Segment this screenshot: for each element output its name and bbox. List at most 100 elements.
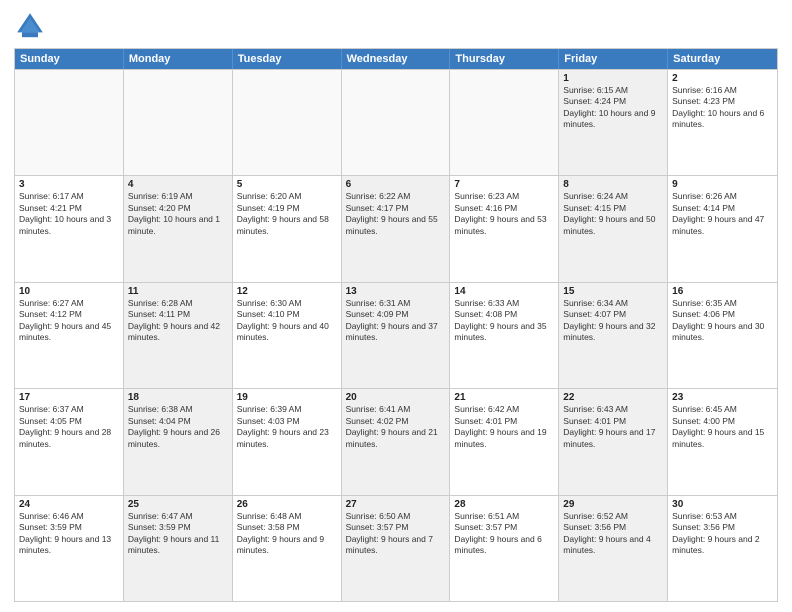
day-number: 9 [672, 179, 773, 190]
day-number: 18 [128, 392, 228, 403]
day-number: 3 [19, 179, 119, 190]
day-cell-9: 9Sunrise: 6:26 AM Sunset: 4:14 PM Daylig… [668, 176, 777, 281]
day-number: 21 [454, 392, 554, 403]
cal-row-3: 17Sunrise: 6:37 AM Sunset: 4:05 PM Dayli… [15, 388, 777, 494]
day-number: 5 [237, 179, 337, 190]
day-cell-18: 18Sunrise: 6:38 AM Sunset: 4:04 PM Dayli… [124, 389, 233, 494]
empty-cell [233, 70, 342, 175]
day-info: Sunrise: 6:47 AM Sunset: 3:59 PM Dayligh… [128, 511, 228, 557]
day-info: Sunrise: 6:48 AM Sunset: 3:58 PM Dayligh… [237, 511, 337, 557]
empty-cell [342, 70, 451, 175]
day-info: Sunrise: 6:52 AM Sunset: 3:56 PM Dayligh… [563, 511, 663, 557]
day-number: 8 [563, 179, 663, 190]
day-cell-12: 12Sunrise: 6:30 AM Sunset: 4:10 PM Dayli… [233, 283, 342, 388]
day-cell-16: 16Sunrise: 6:35 AM Sunset: 4:06 PM Dayli… [668, 283, 777, 388]
day-cell-25: 25Sunrise: 6:47 AM Sunset: 3:59 PM Dayli… [124, 496, 233, 601]
day-cell-7: 7Sunrise: 6:23 AM Sunset: 4:16 PM Daylig… [450, 176, 559, 281]
day-number: 20 [346, 392, 446, 403]
day-number: 1 [563, 73, 663, 84]
day-cell-3: 3Sunrise: 6:17 AM Sunset: 4:21 PM Daylig… [15, 176, 124, 281]
day-info: Sunrise: 6:50 AM Sunset: 3:57 PM Dayligh… [346, 511, 446, 557]
empty-cell [450, 70, 559, 175]
day-info: Sunrise: 6:23 AM Sunset: 4:16 PM Dayligh… [454, 191, 554, 237]
day-info: Sunrise: 6:46 AM Sunset: 3:59 PM Dayligh… [19, 511, 119, 557]
day-number: 13 [346, 286, 446, 297]
day-cell-22: 22Sunrise: 6:43 AM Sunset: 4:01 PM Dayli… [559, 389, 668, 494]
day-number: 26 [237, 499, 337, 510]
day-cell-24: 24Sunrise: 6:46 AM Sunset: 3:59 PM Dayli… [15, 496, 124, 601]
day-info: Sunrise: 6:20 AM Sunset: 4:19 PM Dayligh… [237, 191, 337, 237]
header [14, 10, 778, 42]
day-info: Sunrise: 6:42 AM Sunset: 4:01 PM Dayligh… [454, 404, 554, 450]
empty-cell [15, 70, 124, 175]
day-cell-4: 4Sunrise: 6:19 AM Sunset: 4:20 PM Daylig… [124, 176, 233, 281]
day-info: Sunrise: 6:53 AM Sunset: 3:56 PM Dayligh… [672, 511, 773, 557]
page: SundayMondayTuesdayWednesdayThursdayFrid… [0, 0, 792, 612]
cal-row-2: 10Sunrise: 6:27 AM Sunset: 4:12 PM Dayli… [15, 282, 777, 388]
day-info: Sunrise: 6:45 AM Sunset: 4:00 PM Dayligh… [672, 404, 773, 450]
day-cell-1: 1Sunrise: 6:15 AM Sunset: 4:24 PM Daylig… [559, 70, 668, 175]
day-number: 6 [346, 179, 446, 190]
day-number: 11 [128, 286, 228, 297]
day-info: Sunrise: 6:28 AM Sunset: 4:11 PM Dayligh… [128, 298, 228, 344]
day-info: Sunrise: 6:33 AM Sunset: 4:08 PM Dayligh… [454, 298, 554, 344]
empty-cell [124, 70, 233, 175]
day-cell-30: 30Sunrise: 6:53 AM Sunset: 3:56 PM Dayli… [668, 496, 777, 601]
day-info: Sunrise: 6:27 AM Sunset: 4:12 PM Dayligh… [19, 298, 119, 344]
header-day-sunday: Sunday [15, 49, 124, 69]
day-cell-26: 26Sunrise: 6:48 AM Sunset: 3:58 PM Dayli… [233, 496, 342, 601]
day-number: 15 [563, 286, 663, 297]
cal-row-0: 1Sunrise: 6:15 AM Sunset: 4:24 PM Daylig… [15, 69, 777, 175]
day-info: Sunrise: 6:34 AM Sunset: 4:07 PM Dayligh… [563, 298, 663, 344]
day-cell-10: 10Sunrise: 6:27 AM Sunset: 4:12 PM Dayli… [15, 283, 124, 388]
day-info: Sunrise: 6:17 AM Sunset: 4:21 PM Dayligh… [19, 191, 119, 237]
day-info: Sunrise: 6:38 AM Sunset: 4:04 PM Dayligh… [128, 404, 228, 450]
day-info: Sunrise: 6:43 AM Sunset: 4:01 PM Dayligh… [563, 404, 663, 450]
day-cell-20: 20Sunrise: 6:41 AM Sunset: 4:02 PM Dayli… [342, 389, 451, 494]
day-number: 28 [454, 499, 554, 510]
day-info: Sunrise: 6:15 AM Sunset: 4:24 PM Dayligh… [563, 85, 663, 131]
day-cell-5: 5Sunrise: 6:20 AM Sunset: 4:19 PM Daylig… [233, 176, 342, 281]
day-info: Sunrise: 6:31 AM Sunset: 4:09 PM Dayligh… [346, 298, 446, 344]
logo-icon [14, 10, 46, 42]
day-number: 7 [454, 179, 554, 190]
day-cell-17: 17Sunrise: 6:37 AM Sunset: 4:05 PM Dayli… [15, 389, 124, 494]
day-info: Sunrise: 6:30 AM Sunset: 4:10 PM Dayligh… [237, 298, 337, 344]
day-number: 10 [19, 286, 119, 297]
day-info: Sunrise: 6:26 AM Sunset: 4:14 PM Dayligh… [672, 191, 773, 237]
header-day-friday: Friday [559, 49, 668, 69]
day-info: Sunrise: 6:35 AM Sunset: 4:06 PM Dayligh… [672, 298, 773, 344]
cal-row-4: 24Sunrise: 6:46 AM Sunset: 3:59 PM Dayli… [15, 495, 777, 601]
header-day-saturday: Saturday [668, 49, 777, 69]
day-cell-15: 15Sunrise: 6:34 AM Sunset: 4:07 PM Dayli… [559, 283, 668, 388]
day-info: Sunrise: 6:16 AM Sunset: 4:23 PM Dayligh… [672, 85, 773, 131]
day-cell-21: 21Sunrise: 6:42 AM Sunset: 4:01 PM Dayli… [450, 389, 559, 494]
day-cell-19: 19Sunrise: 6:39 AM Sunset: 4:03 PM Dayli… [233, 389, 342, 494]
day-cell-14: 14Sunrise: 6:33 AM Sunset: 4:08 PM Dayli… [450, 283, 559, 388]
day-cell-8: 8Sunrise: 6:24 AM Sunset: 4:15 PM Daylig… [559, 176, 668, 281]
day-number: 29 [563, 499, 663, 510]
day-info: Sunrise: 6:24 AM Sunset: 4:15 PM Dayligh… [563, 191, 663, 237]
day-cell-23: 23Sunrise: 6:45 AM Sunset: 4:00 PM Dayli… [668, 389, 777, 494]
cal-row-1: 3Sunrise: 6:17 AM Sunset: 4:21 PM Daylig… [15, 175, 777, 281]
day-cell-2: 2Sunrise: 6:16 AM Sunset: 4:23 PM Daylig… [668, 70, 777, 175]
day-number: 2 [672, 73, 773, 84]
calendar-body: 1Sunrise: 6:15 AM Sunset: 4:24 PM Daylig… [15, 69, 777, 601]
header-day-tuesday: Tuesday [233, 49, 342, 69]
day-cell-29: 29Sunrise: 6:52 AM Sunset: 3:56 PM Dayli… [559, 496, 668, 601]
calendar-header: SundayMondayTuesdayWednesdayThursdayFrid… [15, 49, 777, 69]
day-number: 16 [672, 286, 773, 297]
day-number: 23 [672, 392, 773, 403]
day-info: Sunrise: 6:22 AM Sunset: 4:17 PM Dayligh… [346, 191, 446, 237]
day-info: Sunrise: 6:51 AM Sunset: 3:57 PM Dayligh… [454, 511, 554, 557]
day-number: 17 [19, 392, 119, 403]
day-number: 22 [563, 392, 663, 403]
day-cell-28: 28Sunrise: 6:51 AM Sunset: 3:57 PM Dayli… [450, 496, 559, 601]
day-number: 25 [128, 499, 228, 510]
day-cell-6: 6Sunrise: 6:22 AM Sunset: 4:17 PM Daylig… [342, 176, 451, 281]
day-cell-13: 13Sunrise: 6:31 AM Sunset: 4:09 PM Dayli… [342, 283, 451, 388]
day-number: 12 [237, 286, 337, 297]
day-number: 4 [128, 179, 228, 190]
day-info: Sunrise: 6:39 AM Sunset: 4:03 PM Dayligh… [237, 404, 337, 450]
header-day-wednesday: Wednesday [342, 49, 451, 69]
